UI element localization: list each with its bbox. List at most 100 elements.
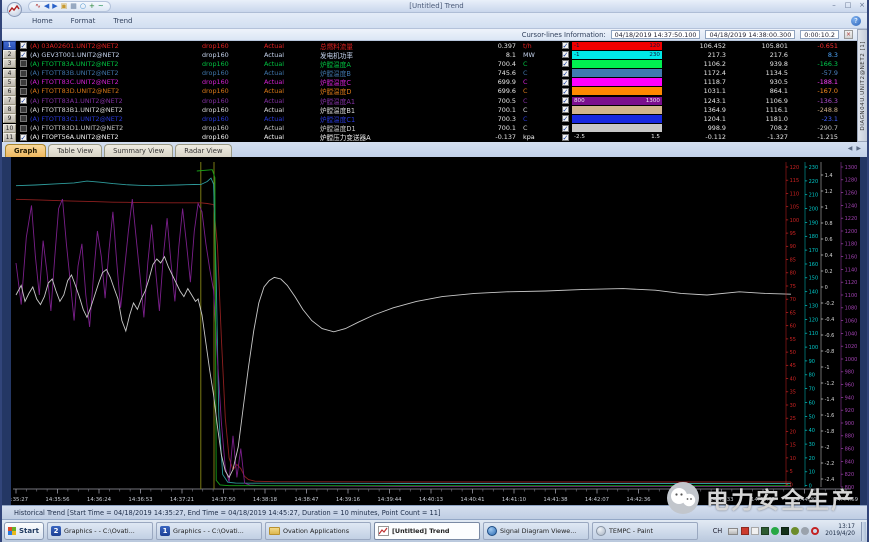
menu-home[interactable]: Home — [32, 17, 53, 25]
checkbox-icon[interactable]: ✓ — [20, 134, 27, 141]
checkbox-icon[interactable]: ✓ — [562, 125, 569, 132]
tray-icon-red-ring[interactable] — [811, 527, 819, 535]
tab-graph[interactable]: Graph — [5, 144, 46, 157]
plot-checkbox[interactable]: ✓ — [558, 97, 572, 104]
checkbox-icon[interactable]: ✓ — [562, 79, 569, 86]
checkbox-icon[interactable]: ✓ — [562, 70, 569, 77]
taskbar-clock[interactable]: 13:17 2019/4/20 — [822, 524, 858, 537]
minimize-button[interactable]: – — [829, 1, 839, 9]
zoom-icon[interactable]: ○ — [80, 3, 86, 10]
scale-bar[interactable] — [572, 78, 662, 86]
tab-scroll-left-icon[interactable]: ◀ — [848, 145, 853, 152]
title-bar[interactable]: [Untitled] Trend – □ × — [2, 0, 869, 13]
checkbox-icon[interactable] — [20, 106, 27, 113]
cursor-close-icon[interactable]: × — [844, 30, 853, 39]
checkbox-icon[interactable]: ✓ — [562, 106, 569, 113]
row-checkbox[interactable] — [16, 125, 30, 132]
checkbox-icon[interactable]: ✓ — [562, 42, 569, 49]
checkbox-icon[interactable]: ✓ — [20, 42, 27, 49]
close-button[interactable]: × — [857, 1, 867, 9]
scale-bar[interactable] — [572, 87, 662, 95]
show-desktop-button[interactable] — [861, 522, 866, 541]
menu-trend[interactable]: Trend — [113, 17, 132, 25]
taskbar-button[interactable]: Ovation Applications — [265, 522, 371, 540]
signal-row[interactable]: 11✓(A) FTOPT56A.UNIT2@NET2drop160Actual炉… — [3, 133, 857, 142]
taskbar-button[interactable]: Signal Diagram Viewe... — [483, 522, 589, 540]
row-number[interactable]: 7 — [3, 96, 16, 105]
row-checkbox[interactable]: ✓ — [16, 42, 30, 49]
tab-summary-view[interactable]: Summary View — [104, 144, 173, 157]
checkbox-icon[interactable] — [20, 115, 27, 122]
checkbox-icon[interactable]: ✓ — [562, 88, 569, 95]
row-checkbox[interactable] — [16, 115, 30, 122]
row-checkbox[interactable] — [16, 106, 30, 113]
cursor-delta-field[interactable]: 0:00:10.2 — [800, 30, 839, 39]
checkbox-icon[interactable]: ✓ — [20, 97, 27, 104]
scale-bar[interactable] — [572, 124, 662, 132]
taskbar-button[interactable]: 2Graphics - - C:\Ovati... — [47, 522, 153, 540]
row-number[interactable]: 5 — [3, 78, 16, 87]
checkbox-icon[interactable]: ✓ — [562, 97, 569, 104]
window-icon[interactable]: ▣ — [61, 3, 68, 10]
tray-icon-black-green[interactable] — [781, 527, 789, 535]
row-checkbox[interactable]: ✓ — [16, 97, 30, 104]
checkbox-icon[interactable] — [20, 88, 27, 95]
docked-panel-tab[interactable]: DIAGN04U.UNIT2@NET2 [1] — [857, 29, 869, 142]
plot-checkbox[interactable]: ✓ — [558, 88, 572, 95]
checkbox-icon[interactable]: ✓ — [562, 60, 569, 67]
tray-icon-olive-dot[interactable] — [791, 527, 799, 535]
scale-bar[interactable] — [572, 115, 662, 123]
trend-plot[interactable]: 14:35:2714:35:5614:36:2414:36:5314:37:21… — [11, 157, 860, 505]
taskbar-button[interactable]: 1Graphics - - C:\Ovati... — [156, 522, 262, 540]
checkbox-icon[interactable] — [20, 60, 27, 67]
row-checkbox[interactable]: ✓ — [16, 51, 30, 58]
scale-bar[interactable] — [572, 69, 662, 77]
checkbox-icon[interactable] — [20, 79, 27, 86]
row-number[interactable]: 10 — [3, 124, 16, 133]
start-button[interactable]: Start — [4, 522, 44, 540]
tab-scroll-right-icon[interactable]: ▶ — [856, 145, 861, 152]
forward-arrow-icon[interactable]: ▶ — [52, 3, 57, 10]
back-arrow-icon[interactable]: ◀ — [44, 3, 49, 10]
menu-format[interactable]: Format — [71, 17, 96, 25]
row-checkbox[interactable]: ✓ — [16, 134, 30, 141]
checkbox-icon[interactable]: ✓ — [20, 51, 27, 58]
add-icon[interactable]: + — [89, 3, 95, 10]
checkbox-icon[interactable]: ✓ — [562, 115, 569, 122]
plot-checkbox[interactable]: ✓ — [558, 79, 572, 86]
trend-chart[interactable]: 14:35:2714:35:5614:36:2414:36:5314:37:21… — [11, 157, 860, 505]
row-number[interactable]: 11 — [3, 133, 16, 142]
trend-chart-icon[interactable]: ∿ — [35, 3, 41, 10]
scale-bar[interactable]: -1230 — [572, 51, 662, 59]
row-number[interactable]: 4 — [3, 69, 16, 78]
tray-icon-gray-dot[interactable] — [801, 527, 809, 535]
grid-icon[interactable]: ▦ — [70, 3, 77, 10]
plot-checkbox[interactable]: ✓ — [558, 134, 572, 141]
row-checkbox[interactable] — [16, 88, 30, 95]
row-number[interactable]: 9 — [3, 114, 16, 123]
language-indicator[interactable]: CH — [710, 526, 726, 536]
scale-bar[interactable]: -2.51.5 — [572, 133, 662, 141]
tab-table-view[interactable]: Table View — [48, 144, 102, 157]
checkbox-icon[interactable]: ✓ — [562, 134, 569, 141]
maximize-button[interactable]: □ — [843, 1, 853, 9]
tray-icon-dark-green[interactable] — [761, 527, 769, 535]
plot-checkbox[interactable]: ✓ — [558, 60, 572, 67]
taskbar-button[interactable]: [Untitled] Trend — [374, 522, 480, 540]
plot-checkbox[interactable]: ✓ — [558, 42, 572, 49]
scale-bar[interactable] — [572, 60, 662, 68]
plot-checkbox[interactable]: ✓ — [558, 106, 572, 113]
row-number[interactable]: 1 — [3, 41, 16, 50]
scale-bar[interactable]: -1120 — [572, 42, 662, 50]
tray-icon-green-dot[interactable] — [771, 527, 779, 535]
printer-icon[interactable] — [728, 528, 738, 535]
row-number[interactable]: 3 — [3, 59, 16, 68]
plot-checkbox[interactable]: ✓ — [558, 70, 572, 77]
plot-checkbox[interactable]: ✓ — [558, 51, 572, 58]
row-checkbox[interactable] — [16, 70, 30, 77]
sparkline-icon[interactable]: ~ — [98, 3, 104, 10]
help-icon[interactable]: ? — [851, 16, 861, 26]
scale-bar[interactable]: 8001300 — [572, 97, 662, 105]
row-checkbox[interactable] — [16, 60, 30, 67]
tab-radar-view[interactable]: Radar View — [175, 144, 231, 157]
